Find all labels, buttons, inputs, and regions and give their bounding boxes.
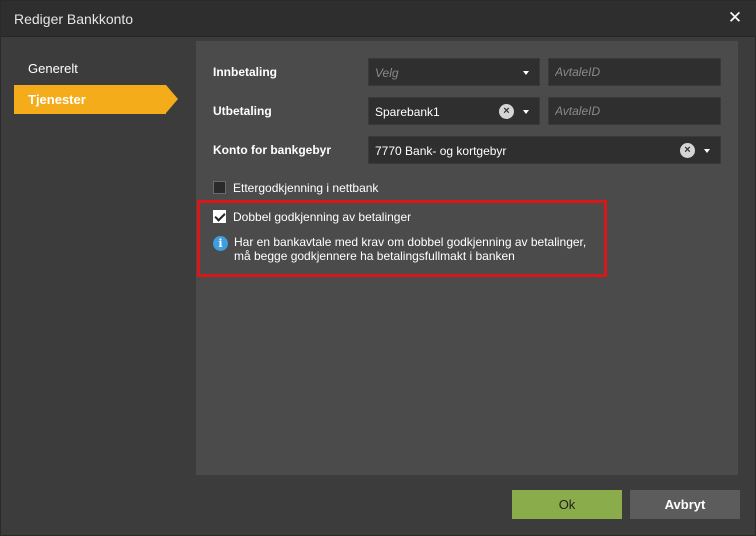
chevron-down-icon[interactable] [523,71,529,75]
ettergodkjenning-checkbox[interactable] [213,181,226,194]
innbetaling-label: Innbetaling [213,65,277,79]
utbetaling-avtaleid-field[interactable] [549,98,720,124]
info-text: Har en bankavtale med krav om dobbel god… [234,235,587,263]
info-icon: i [213,236,228,251]
utbetaling-label: Utbetaling [213,104,272,118]
utbetaling-avtaleid-input[interactable] [548,97,721,125]
innbetaling-select-placeholder: Velg [375,66,399,80]
innbetaling-select[interactable]: Velg [368,58,540,86]
innbetaling-avtaleid-input[interactable] [548,58,721,86]
clear-icon[interactable]: × [499,104,514,119]
dobbel-godkjenning-label[interactable]: Dobbel godkjenning av betalinger [233,210,411,224]
dobbel-godkjenning-checkbox[interactable] [213,210,226,223]
dialog-title: Rediger Bankkonto [14,11,134,27]
title-bar: Rediger Bankkonto ✕ [1,1,756,37]
bankgebyr-select-value: 7770 Bank- og kortgebyr [375,144,507,158]
utbetaling-select-value: Sparebank1 [375,105,440,119]
cancel-button[interactable]: Avbryt [630,490,740,519]
close-icon[interactable]: ✕ [726,8,744,28]
nav-item-generelt[interactable]: Generelt [14,54,178,83]
edit-bank-account-dialog: Rediger Bankkonto ✕ Generelt Tjenester I… [0,0,756,536]
chevron-down-icon[interactable] [523,110,529,114]
utbetaling-select[interactable]: Sparebank1 × [368,97,540,125]
ettergodkjenning-label[interactable]: Ettergodkjenning i nettbank [233,181,378,195]
ok-button[interactable]: Ok [512,490,622,519]
innbetaling-avtaleid-field[interactable] [549,59,720,85]
clear-icon[interactable]: × [680,143,695,158]
chevron-down-icon[interactable] [704,149,710,153]
bankgebyr-label: Konto for bankgebyr [213,143,332,157]
nav-item-tjenester[interactable]: Tjenester [14,85,178,114]
bankgebyr-select[interactable]: 7770 Bank- og kortgebyr × [368,136,721,164]
